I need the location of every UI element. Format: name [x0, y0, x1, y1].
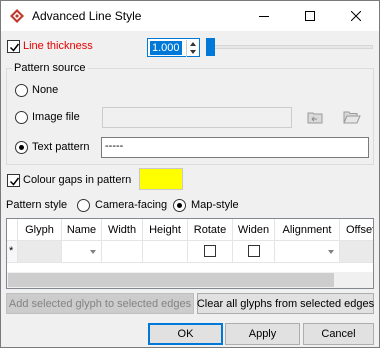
cancel-button[interactable]: Cancel [303, 323, 374, 345]
scrollbar-thumb[interactable] [8, 273, 334, 287]
spin-down-icon[interactable] [187, 48, 198, 56]
cell-alignment-dropdown[interactable] [275, 241, 340, 263]
pattern-image-file-label: Image file [32, 111, 80, 123]
line-thickness-slider-thumb[interactable] [206, 38, 215, 56]
cell-height[interactable] [143, 241, 188, 263]
column-header-glyph[interactable]: Glyph [18, 219, 62, 241]
text-pattern-field[interactable]: ----- [101, 137, 369, 158]
glyph-table: Glyph Name Width Height Rotate Widen Ali… [6, 218, 374, 289]
rotate-checkbox[interactable] [204, 245, 216, 257]
map-style-radio[interactable] [173, 199, 186, 212]
gap-colour-swatch[interactable] [139, 168, 183, 190]
map-style-label: Map-style [191, 199, 239, 211]
column-header-alignment[interactable]: Alignment [275, 219, 340, 241]
checkmark-icon [9, 43, 20, 52]
cell-widen[interactable] [233, 241, 275, 263]
pattern-none-label: None [32, 84, 59, 96]
pattern-style-label: Pattern style [6, 199, 68, 211]
window-title: Advanced Line Style [32, 9, 142, 23]
line-thickness-spinbox[interactable]: 1.000 [147, 38, 200, 57]
pattern-text-label: Text pattern [32, 141, 90, 153]
app-logo-icon [9, 8, 25, 24]
new-row-marker: * [7, 241, 18, 263]
column-header-width[interactable]: Width [102, 219, 143, 241]
column-header-offset[interactable]: Offset [340, 219, 373, 241]
checkmark-icon [9, 177, 20, 186]
camera-facing-radio[interactable] [77, 199, 90, 212]
ok-button[interactable]: OK [148, 323, 223, 345]
cell-offset[interactable] [340, 241, 373, 263]
pattern-none-radio[interactable] [15, 84, 28, 97]
advanced-line-style-dialog: Advanced Line Style Line thickness 1.000… [0, 0, 380, 348]
colour-gaps-label: Colour gaps in pattern [23, 174, 132, 186]
row-header-corner [7, 219, 18, 241]
cell-rotate[interactable] [188, 241, 233, 263]
pattern-source-title: Pattern source [12, 62, 88, 74]
title-bar[interactable]: Advanced Line Style [1, 1, 379, 31]
column-header-rotate[interactable]: Rotate [188, 219, 233, 241]
spin-arrows[interactable] [186, 40, 198, 57]
maximize-button[interactable] [287, 1, 333, 31]
line-thickness-slider-track[interactable] [207, 45, 373, 49]
minimize-icon [259, 16, 269, 17]
pattern-text-radio[interactable] [15, 141, 28, 154]
close-button[interactable] [333, 1, 379, 31]
line-thickness-checkbox[interactable] [7, 40, 20, 53]
colour-gaps-checkbox[interactable] [7, 174, 20, 187]
camera-facing-label: Camera-facing [95, 199, 168, 211]
cell-width[interactable] [102, 241, 143, 263]
spin-up-icon[interactable] [187, 40, 198, 48]
open-folder-icon[interactable] [343, 109, 361, 128]
apply-button[interactable]: Apply [225, 323, 300, 345]
clear-glyphs-button[interactable]: Clear all glyphs from selected edges [197, 293, 374, 314]
cell-name-dropdown[interactable] [62, 241, 102, 263]
minimize-button[interactable] [241, 1, 287, 31]
clear-image-icon[interactable] [307, 109, 323, 128]
line-thickness-value: 1.000 [150, 41, 182, 55]
column-header-widen[interactable]: Widen [233, 219, 275, 241]
line-thickness-label: Line thickness [23, 40, 93, 52]
column-header-height[interactable]: Height [143, 219, 188, 241]
widen-checkbox[interactable] [247, 245, 260, 257]
horizontal-scrollbar[interactable] [7, 272, 373, 288]
add-glyph-button[interactable]: Add selected glyph to selected edges [6, 293, 194, 314]
close-icon [351, 11, 361, 21]
pattern-image-file-radio[interactable] [15, 111, 28, 124]
image-file-path-field[interactable] [102, 107, 292, 128]
column-header-name[interactable]: Name [62, 219, 102, 241]
cell-glyph[interactable] [18, 241, 62, 263]
maximize-icon [305, 11, 315, 21]
